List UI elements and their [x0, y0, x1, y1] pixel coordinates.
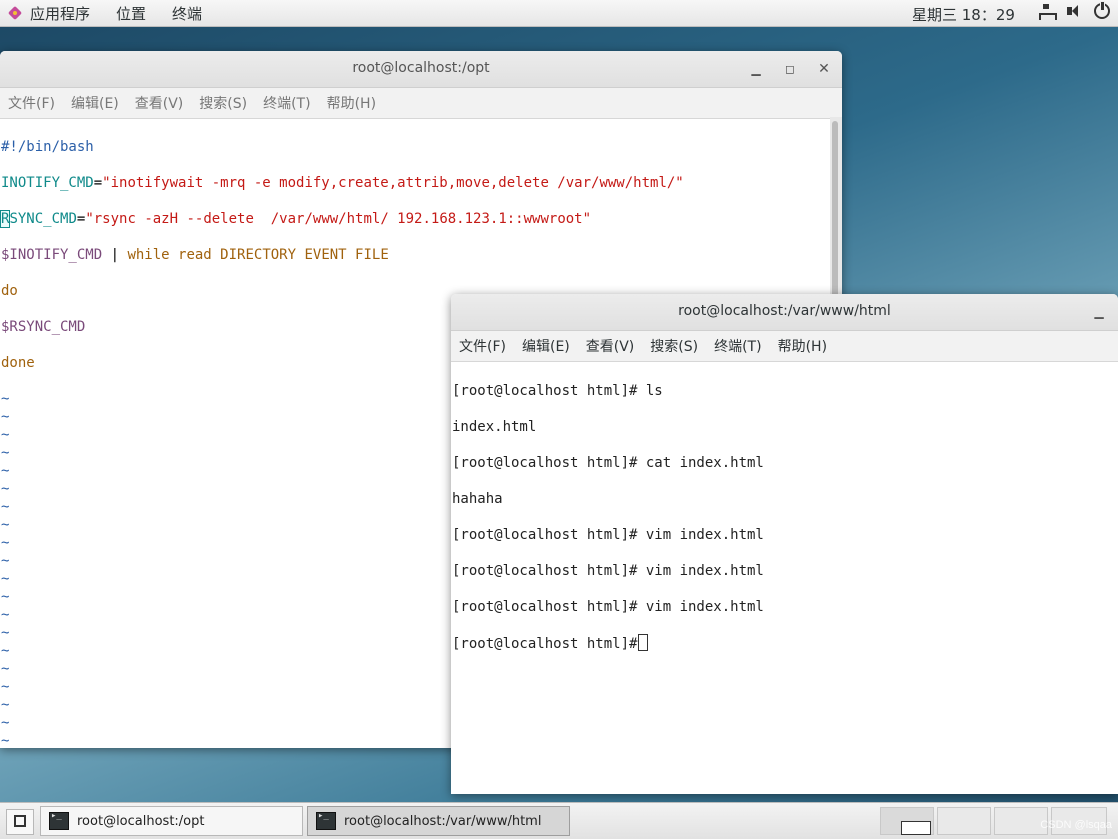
prompt-cursor [638, 634, 649, 651]
code-line: #!/bin/bash [1, 138, 842, 156]
menu-view[interactable]: 查看(V) [135, 93, 184, 113]
menu-edit[interactable]: 编辑(E) [71, 93, 119, 113]
menu-view[interactable]: 查看(V) [586, 336, 635, 356]
power-icon[interactable] [1094, 1, 1110, 19]
code-line: $INOTIFY_CMD | while read DIRECTORY EVEN… [1, 246, 842, 264]
menu-file[interactable]: 文件(F) [459, 336, 506, 356]
terminal-icon [49, 811, 69, 830]
menu-search[interactable]: 搜索(S) [650, 336, 698, 356]
applications-icon [8, 6, 22, 20]
titlebar-opt[interactable]: root@localhost:/opt ▁ ◻ ✕ [0, 51, 842, 88]
maximize-button[interactable]: ◻ [782, 61, 798, 77]
var-ref: $INOTIFY_CMD [1, 247, 103, 263]
menubar-html: 文件(F) 编辑(E) 查看(V) 搜索(S) 终端(T) 帮助(H) [451, 331, 1118, 362]
taskbar-item-label: root@localhost:/opt [77, 813, 205, 829]
string-value: "rsync -azH --delete /var/www/html/ 192.… [85, 211, 592, 227]
bottom-taskbar: root@localhost:/opt root@localhost:/var/… [0, 802, 1118, 839]
terminal-line: [root@localhost html]# ls [452, 383, 663, 399]
loop-keywords: while read DIRECTORY EVENT FILE [127, 247, 389, 263]
system-tray [1038, 1, 1110, 20]
terminal-icon [316, 811, 336, 830]
menu-help[interactable]: 帮助(H) [778, 336, 827, 356]
var-ref: $RSYNC_CMD [1, 319, 86, 335]
taskbar-item-label: root@localhost:/var/www/html [344, 813, 542, 829]
window-title: root@localhost:/var/www/html [678, 303, 891, 319]
minimize-button[interactable]: ▁ [748, 61, 764, 77]
applications-menu[interactable]: 应用程序 [8, 3, 116, 24]
keyword-do: do [1, 283, 18, 299]
menu-search[interactable]: 搜索(S) [199, 93, 247, 113]
menubar-opt: 文件(F) 编辑(E) 查看(V) 搜索(S) 终端(T) 帮助(H) [0, 88, 842, 119]
places-menu[interactable]: 位置 [116, 3, 146, 24]
workspace-1[interactable] [880, 807, 934, 835]
terminal-line: [root@localhost html]# [452, 634, 1118, 653]
minimize-button[interactable]: ▁ [1091, 304, 1107, 320]
volume-icon[interactable] [1066, 3, 1082, 19]
terminal-line: [root@localhost html]# cat index.html [452, 455, 764, 471]
window-title: root@localhost:/opt [352, 60, 490, 76]
assign-op: = [93, 175, 103, 191]
code-line: INOTIFY_CMD="inotifywait -mrq -e modify,… [1, 174, 842, 192]
terminal-line: [root@localhost html]# vim index.html [452, 563, 764, 579]
terminal-line: [root@localhost html]# vim index.html [452, 599, 764, 615]
var-name: INOTIFY_CMD [1, 175, 94, 191]
taskbar-item-html[interactable]: root@localhost:/var/www/html [307, 806, 570, 836]
workspace-2[interactable] [937, 807, 991, 835]
network-icon[interactable] [1038, 3, 1057, 20]
string-value: "inotifywait -mrq -e modify,create,attri… [102, 175, 684, 191]
terminal-window-html: root@localhost:/var/www/html ▁ 文件(F) 编辑(… [451, 294, 1118, 794]
menu-terminal[interactable]: 终端(T) [714, 336, 761, 356]
top-panel: 应用程序 位置 终端 星期三 18：29 [0, 0, 1118, 27]
keyword-done: done [1, 355, 35, 371]
terminal-content-html[interactable]: [root@localhost html]# ls index.html [ro… [451, 362, 1118, 689]
close-button[interactable]: ✕ [816, 61, 832, 77]
var-name: SYNC_CMD [9, 211, 77, 227]
watermark: CSDN @lsqaa [1040, 819, 1112, 831]
pipe-op: | [102, 247, 128, 263]
terminal-app-menu[interactable]: 终端 [172, 3, 202, 24]
clock[interactable]: 星期三 18：29 [912, 4, 1015, 25]
terminal-line: [root@localhost html]# vim index.html [452, 527, 764, 543]
shebang: #!/bin/bash [1, 139, 94, 155]
menu-edit[interactable]: 编辑(E) [522, 336, 570, 356]
menu-terminal[interactable]: 终端(T) [263, 93, 310, 113]
titlebar-html[interactable]: root@localhost:/var/www/html ▁ [451, 294, 1118, 331]
shell-prompt: [root@localhost html]# [452, 636, 638, 652]
menu-help[interactable]: 帮助(H) [327, 93, 376, 113]
terminal-line: hahaha [452, 491, 503, 507]
code-line: RSYNC_CMD="rsync -azH --delete /var/www/… [0, 210, 842, 228]
show-desktop-button[interactable] [6, 809, 34, 835]
terminal-line: index.html [452, 419, 537, 435]
menu-file[interactable]: 文件(F) [8, 93, 55, 113]
applications-menu-label: 应用程序 [30, 4, 91, 23]
workspace-window-preview [901, 821, 931, 835]
taskbar-item-opt[interactable]: root@localhost:/opt [40, 806, 303, 836]
